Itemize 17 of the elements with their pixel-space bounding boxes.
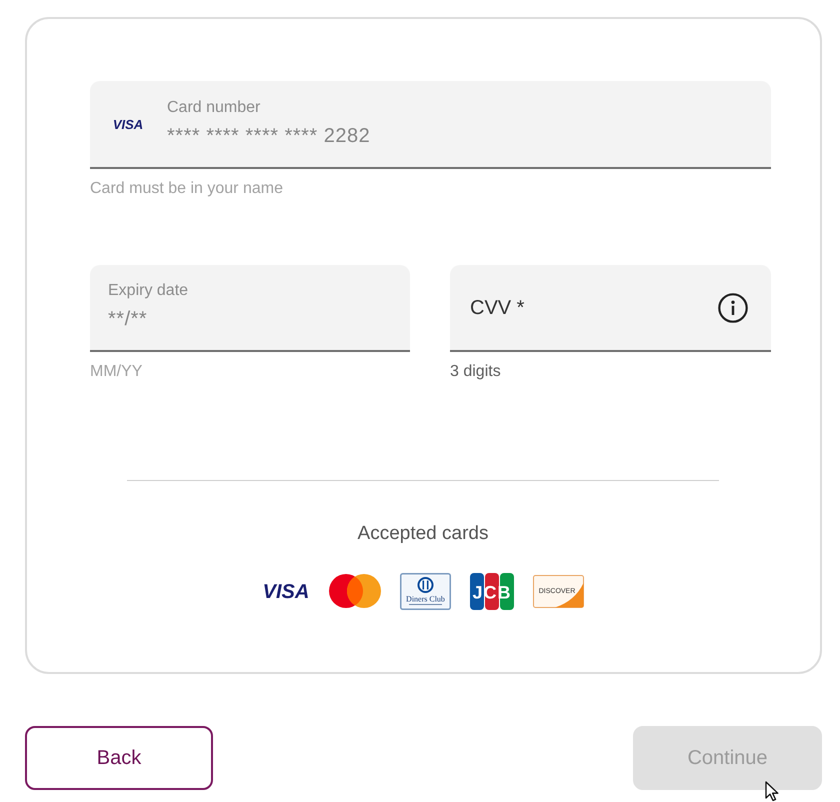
back-button[interactable]: Back [25, 726, 213, 790]
visa-logo: VISA [262, 582, 310, 600]
helper-text: Card must be in your name [90, 179, 283, 199]
two-circles-logo-icon [329, 574, 381, 608]
field-value: **/** [108, 307, 148, 332]
input-field[interactable]: CVV * [450, 265, 771, 352]
field-label: Expiry date [108, 281, 188, 301]
info-icon[interactable] [718, 292, 748, 322]
visa-logo: VISA [112, 118, 144, 130]
field-label: Card number [167, 98, 260, 118]
input-field[interactable]: VISA Card number **** **** **** **** 2282 [90, 81, 771, 169]
field-value: **** **** **** **** 2282 [167, 124, 370, 149]
field-label: CVV * [470, 296, 524, 320]
helper-text: MM/YY [90, 362, 142, 382]
diners-club-logo: Diners Club [400, 572, 451, 610]
helper-text: 3 digits [450, 362, 501, 382]
accepted-cards-title: Accepted cards [358, 522, 488, 546]
